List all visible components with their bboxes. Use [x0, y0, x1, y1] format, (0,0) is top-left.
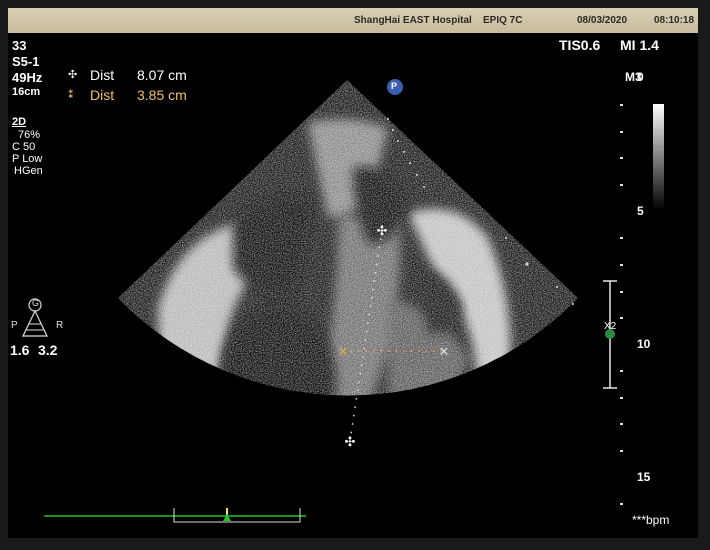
measurement-2-symbol: ⁑ [68, 89, 74, 101]
measurement-1-label: Dist [90, 67, 115, 83]
power-value: P Low [12, 153, 43, 165]
svg-text:✕: ✕ [439, 345, 450, 360]
ecg-trace [44, 508, 306, 523]
compression-value: C 50 [12, 141, 36, 153]
focus-bracket[interactable] [603, 280, 617, 389]
svg-text:✣: ✣ [377, 224, 388, 239]
gain-value: 76% [18, 129, 41, 141]
orientation-badge: G [32, 298, 40, 308]
depth-label-5cm: 5 [637, 204, 644, 218]
probe-marker-label: P [391, 81, 398, 91]
imaging-mode: 2D [12, 116, 27, 128]
svg-text:✕: ✕ [338, 345, 349, 360]
depth-setting: 16cm [12, 86, 41, 98]
heart-rate: ***bpm [632, 513, 670, 527]
frame-number: 33 [12, 38, 27, 53]
orientation-right-label: R [56, 320, 64, 331]
probe-name: S5-1 [12, 54, 40, 69]
depth-label-10cm: 10 [637, 337, 651, 351]
frame-rate: 49Hz [12, 70, 43, 85]
tis-index: TIS0.6 [559, 37, 601, 53]
mi-index: MI 1.4 [620, 37, 659, 53]
resolution-value: HGen [14, 165, 43, 177]
measurement-2-value: 3.85 cm [137, 87, 187, 103]
ultrasound-screen: ShangHai EAST Hospital EPIQ 7C 08/03/202… [8, 8, 698, 538]
depth-label-0cm: 0 [637, 70, 644, 84]
sector-scan [118, 80, 578, 396]
measurement-1-value: 8.07 cm [137, 67, 187, 83]
svg-text:✣: ✣ [345, 435, 356, 450]
measurement-2-label: Dist [90, 87, 115, 103]
orientation-left-label: P [11, 320, 18, 331]
measurement-1-symbol: ✣ [68, 69, 78, 81]
depth-label-15cm: 15 [637, 470, 651, 484]
orientation-right-value: 3.2 [38, 342, 58, 358]
orientation-left-value: 1.6 [10, 342, 30, 358]
grayscale-bar [653, 104, 664, 210]
focus-label: X2 [604, 321, 617, 332]
